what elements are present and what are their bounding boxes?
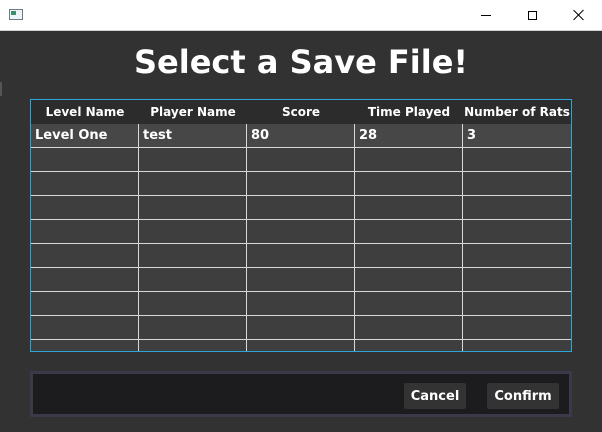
- maximize-button[interactable]: [509, 0, 555, 30]
- empty-table-row[interactable]: [31, 196, 571, 220]
- close-icon: [573, 9, 585, 21]
- close-button[interactable]: [556, 0, 602, 30]
- window-edge-mark: [0, 82, 2, 96]
- empty-table-row[interactable]: [31, 316, 571, 340]
- table-header: Level Name Player Name Score Time Played…: [31, 100, 571, 124]
- column-header-score[interactable]: Score: [247, 100, 355, 124]
- confirm-button[interactable]: Confirm: [487, 383, 559, 409]
- window-titlebar: [0, 0, 602, 31]
- column-header-time-played[interactable]: Time Played: [355, 100, 463, 124]
- app-window-icon: [9, 9, 23, 20]
- table-cell-number-of-rats: 3: [467, 128, 477, 143]
- table-cell-score: 80: [247, 124, 355, 147]
- cancel-button[interactable]: Cancel: [404, 383, 466, 409]
- column-header-level-name[interactable]: Level Name: [31, 100, 139, 124]
- empty-table-row[interactable]: [31, 292, 571, 316]
- table-row[interactable]: Level One test 80 28 3: [31, 124, 571, 148]
- save-file-table: Level Name Player Name Score Time Played…: [30, 99, 572, 352]
- table-body: Level One test 80 28 3: [31, 124, 571, 351]
- table-cell-player-name: test: [139, 124, 247, 147]
- column-header-player-name[interactable]: Player Name: [139, 100, 247, 124]
- empty-table-row[interactable]: [31, 268, 571, 292]
- table-cell-time-played: 28: [355, 124, 463, 147]
- empty-table-row[interactable]: [31, 340, 571, 351]
- empty-table-row[interactable]: [31, 148, 571, 172]
- maximize-icon: [527, 10, 537, 20]
- empty-table-row[interactable]: [31, 220, 571, 244]
- empty-table-row[interactable]: [31, 244, 571, 268]
- empty-table-row[interactable]: [31, 172, 571, 196]
- column-header-number-of-rats[interactable]: Number of Rats: [463, 100, 571, 124]
- page-title: Select a Save File!: [134, 43, 468, 81]
- table-cell-level-name: Level One: [31, 124, 139, 147]
- dialog-button-bar: Cancel Confirm: [30, 371, 572, 417]
- minimize-button[interactable]: [463, 0, 509, 30]
- minimize-icon: [481, 14, 491, 16]
